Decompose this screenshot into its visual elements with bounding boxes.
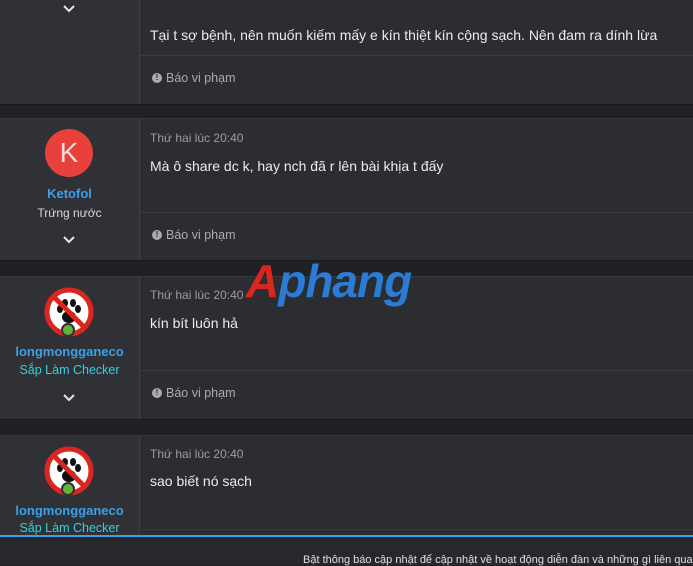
post-2: longmongganeco Sắp Làm Checker Thứ hai l… [0, 276, 693, 420]
post-footer-divider [140, 55, 693, 56]
username[interactable]: longmongganeco [0, 344, 139, 359]
chevron-down-icon[interactable] [61, 1, 77, 17]
notification-bar: Bật thông báo cập nhật để cập nhật về ho… [0, 535, 693, 566]
post-timestamp[interactable]: Thứ hai lúc 20:40 [150, 288, 243, 302]
chevron-down-icon[interactable] [61, 390, 77, 406]
post-content: Mà ô share dc k, hay nch đã r lên bài kh… [150, 158, 444, 174]
report-link[interactable]: ! Báo vi phạm [152, 71, 235, 85]
info-icon: ! [152, 230, 162, 240]
post-body: Thứ hai lúc 20:40 kín bít luôn hả ! Báo … [140, 277, 693, 419]
post-footer-divider [140, 370, 693, 371]
report-label: Báo vi phạm [166, 228, 236, 242]
info-icon: ! [152, 388, 162, 398]
notification-text[interactable]: Bật thông báo cập nhật để cập nhật về ho… [303, 554, 693, 566]
post-body: Thứ hai lúc 20:40 Mà ô share dc k, hay n… [140, 119, 693, 260]
report-link[interactable]: ! Báo vi phạm [152, 386, 235, 400]
post-content: kín bít luôn hả [150, 315, 238, 331]
post-timestamp[interactable]: Thứ hai lúc 20:40 [150, 131, 243, 145]
username[interactable]: Ketofol [0, 186, 139, 201]
user-title: Trứng nước [37, 206, 102, 220]
report-label: Báo vi phạm [166, 386, 236, 400]
online-status-icon [61, 482, 75, 496]
post-content: Tại t sợ bệnh, nên muốn kiếm mấy e kín t… [150, 27, 658, 43]
user-title: Sắp Làm Checker [19, 521, 120, 535]
user-cell: longmongganeco Sắp Làm Checker [0, 277, 140, 419]
online-status-icon [61, 323, 75, 337]
post-footer-divider [140, 212, 693, 213]
post-0: Tại t sợ bệnh, nên muốn kiếm mấy e kín t… [0, 0, 693, 105]
report-label: Báo vi phạm [166, 71, 236, 85]
info-icon: ! [152, 73, 162, 83]
avatar[interactable]: K [45, 129, 93, 177]
post-content: sao biết nó sạch [150, 473, 252, 489]
chevron-down-icon[interactable] [61, 232, 77, 248]
user-cell: K Ketofol Trứng nước [0, 119, 140, 260]
username[interactable]: longmongganeco [0, 503, 139, 518]
user-cell [0, 0, 140, 104]
post-1: K Ketofol Trứng nước Thứ hai lúc 20:40 M… [0, 118, 693, 261]
report-link[interactable]: ! Báo vi phạm [152, 228, 235, 242]
post-footer-divider [140, 529, 693, 530]
user-title: Sắp Làm Checker [19, 363, 120, 377]
post-timestamp[interactable]: Thứ hai lúc 20:40 [150, 447, 243, 461]
post-body: Tại t sợ bệnh, nên muốn kiếm mấy e kín t… [140, 0, 693, 104]
